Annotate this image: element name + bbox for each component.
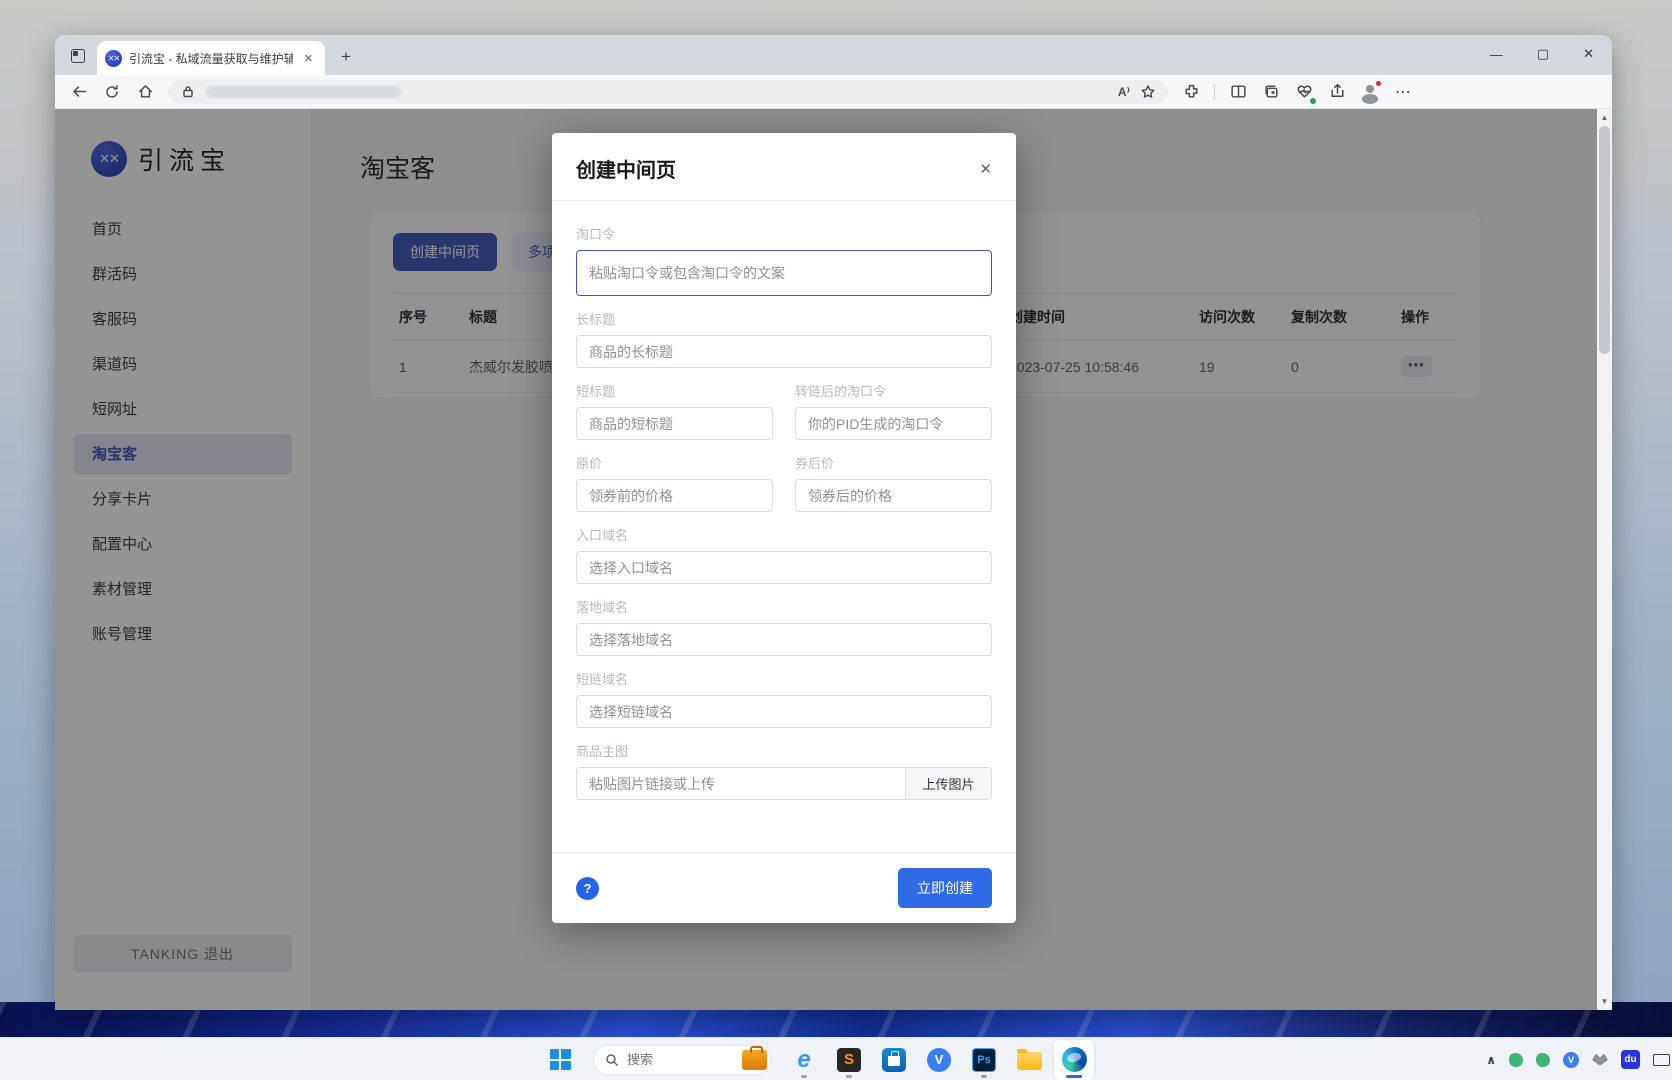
- tab-close-icon[interactable]: ✕: [300, 50, 317, 67]
- help-button[interactable]: ?: [576, 877, 599, 900]
- browser-essentials-icon[interactable]: [1294, 82, 1314, 102]
- field-label-entry-domain: 入口域名: [576, 525, 992, 544]
- tray-icon-v[interactable]: V: [1563, 1052, 1579, 1068]
- split-screen-icon[interactable]: [1228, 82, 1248, 102]
- tab-actions-menu-icon[interactable]: [65, 43, 91, 69]
- new-tab-button[interactable]: +: [335, 47, 357, 67]
- taskbar-app-explorer[interactable]: [1009, 1040, 1049, 1080]
- taskbar-app-v2ray[interactable]: V: [919, 1040, 959, 1080]
- favorites-star-icon[interactable]: [1138, 82, 1158, 102]
- tab-strip: ✕✕ 引流宝 - 私域流量获取与维护辅 ✕ + — ▢ ✕: [55, 35, 1612, 75]
- taskbar-app-store[interactable]: [874, 1040, 914, 1080]
- search-highlight-icon[interactable]: [742, 1050, 767, 1070]
- minimize-button[interactable]: —: [1490, 47, 1503, 62]
- collections-icon[interactable]: [1261, 82, 1281, 102]
- taskbar-search[interactable]: [593, 1045, 771, 1075]
- field-label-landing-domain: 落地域名: [576, 597, 992, 616]
- field-label-shortlink-domain: 短链域名: [576, 669, 992, 688]
- scrollbar-thumb[interactable]: [1599, 126, 1610, 354]
- field-label-converted-taokouling: 转链后的淘口令: [795, 381, 992, 400]
- scroll-up-icon[interactable]: ▲: [1601, 109, 1609, 126]
- scroll-down-icon[interactable]: ▼: [1601, 993, 1609, 1010]
- main-image-input[interactable]: [576, 767, 906, 800]
- taskbar: e S V Ps ∧ V du: [0, 1037, 1672, 1080]
- original-price-input[interactable]: [576, 479, 773, 512]
- system-tray: ∧ V du: [1486, 1038, 1670, 1080]
- profile-avatar[interactable]: [1360, 82, 1380, 102]
- taskbar-app-ie[interactable]: e: [784, 1040, 824, 1080]
- field-label-main-image: 商品主图: [576, 741, 992, 760]
- essentials-status-dot: [1309, 97, 1317, 105]
- long-title-input[interactable]: [576, 335, 992, 368]
- taskbar-app-sublime[interactable]: S: [829, 1040, 869, 1080]
- desktop: ✕✕ 引流宝 - 私域流量获取与维护辅 ✕ + — ▢ ✕: [0, 0, 1672, 1080]
- address-bar[interactable]: A⁾: [168, 80, 1168, 104]
- shortlink-domain-select[interactable]: [576, 695, 992, 728]
- field-label-original-price: 原价: [576, 453, 773, 472]
- back-icon[interactable]: [69, 82, 89, 102]
- extensions-icon[interactable]: [1181, 82, 1201, 102]
- tray-icon-green-2[interactable]: [1536, 1053, 1550, 1067]
- lock-icon: [178, 82, 198, 102]
- toolbar-divider: [1214, 84, 1215, 100]
- taskbar-app-photoshop[interactable]: Ps: [964, 1040, 1004, 1080]
- create-now-button[interactable]: 立即创建: [898, 868, 992, 908]
- browser-window: ✕✕ 引流宝 - 私域流量获取与维护辅 ✕ + — ▢ ✕: [55, 35, 1612, 1010]
- modal-title: 创建中间页: [576, 154, 676, 183]
- window-controls: — ▢ ✕: [1490, 35, 1602, 73]
- field-label-short-title: 短标题: [576, 381, 773, 400]
- tray-icon-display[interactable]: [1653, 1054, 1670, 1066]
- taokouling-input[interactable]: [576, 250, 992, 296]
- maximize-button[interactable]: ▢: [1537, 46, 1549, 62]
- page-scrollbar[interactable]: ▲ ▼: [1597, 109, 1612, 1010]
- modal-form: 淘口令 长标题 短标题 转链后的淘口令: [552, 201, 1016, 852]
- tray-icon-gray-wing[interactable]: [1592, 1054, 1608, 1066]
- refresh-icon[interactable]: [102, 82, 122, 102]
- redacted-url: [206, 86, 401, 98]
- tray-chevron-icon[interactable]: ∧: [1486, 1053, 1496, 1067]
- page-content: ✕✕ 引流宝 首页 群活码 客服码 渠道码 短网址 淘宝客 分享卡片 配置中心 …: [55, 109, 1612, 1010]
- converted-taokouling-input[interactable]: [795, 407, 992, 440]
- field-label-taokouling: 淘口令: [576, 224, 992, 243]
- site-favicon-icon: ✕✕: [105, 50, 122, 67]
- tray-icon-green-1[interactable]: [1509, 1053, 1523, 1067]
- modal-close-icon[interactable]: ✕: [979, 160, 992, 178]
- profile-notification-dot: [1375, 80, 1382, 87]
- browser-toolbar: A⁾ ⋯: [55, 75, 1612, 109]
- short-title-input[interactable]: [576, 407, 773, 440]
- search-icon: [605, 1053, 619, 1067]
- create-middle-page-modal: 创建中间页 ✕ 淘口令 长标题 短标题 转链后的淘口令: [552, 133, 1016, 923]
- field-label-coupon-price: 券后价: [795, 453, 992, 472]
- upload-image-button[interactable]: 上传图片: [906, 767, 992, 800]
- home-icon[interactable]: [135, 82, 155, 102]
- start-button[interactable]: [540, 1040, 580, 1080]
- close-window-button[interactable]: ✕: [1583, 46, 1594, 62]
- browser-tab[interactable]: ✕✕ 引流宝 - 私域流量获取与维护辅 ✕: [97, 41, 325, 75]
- taskbar-search-input[interactable]: [627, 1052, 734, 1067]
- read-aloud-icon[interactable]: A⁾: [1118, 85, 1130, 99]
- field-label-long-title: 长标题: [576, 309, 992, 328]
- tray-icon-baidu[interactable]: du: [1621, 1050, 1640, 1069]
- tab-title: 引流宝 - 私域流量获取与维护辅: [129, 50, 293, 67]
- taskbar-app-edge[interactable]: [1054, 1040, 1094, 1080]
- more-menu-icon[interactable]: ⋯: [1393, 82, 1413, 102]
- share-icon[interactable]: [1327, 82, 1347, 102]
- entry-domain-select[interactable]: [576, 551, 992, 584]
- coupon-price-input[interactable]: [795, 479, 992, 512]
- landing-domain-select[interactable]: [576, 623, 992, 656]
